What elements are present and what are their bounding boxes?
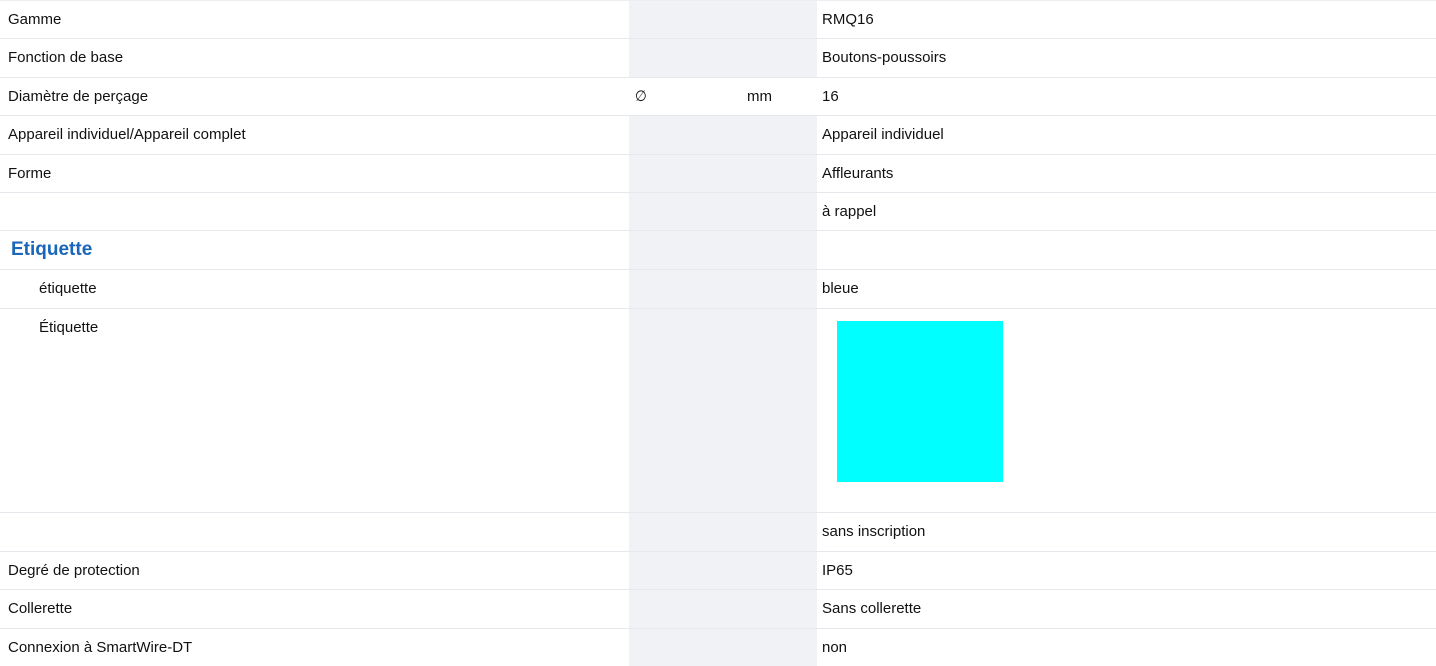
- spec-unit: mm: [743, 78, 817, 116]
- spec-unit: [743, 116, 817, 155]
- spec-label: [0, 513, 629, 552]
- spec-row-collerette: Collerette Sans collerette: [0, 590, 1436, 629]
- spec-symbol: [629, 590, 743, 629]
- spec-unit: [743, 193, 817, 231]
- spec-row-etiquette-color: étiquette bleue: [0, 270, 1436, 309]
- spec-unit: [743, 590, 817, 629]
- spec-symbol: [629, 309, 743, 513]
- spec-value: bleue: [817, 270, 1436, 309]
- spec-unit: [743, 513, 817, 552]
- spec-row-appareil: Appareil individuel/Appareil complet App…: [0, 116, 1436, 155]
- spec-row-protection: Degré de protection IP65: [0, 552, 1436, 590]
- spec-value: sans inscription: [817, 513, 1436, 552]
- spec-symbol: [629, 552, 743, 590]
- spec-unit: [743, 231, 817, 270]
- spec-label: Degré de protection: [0, 552, 629, 590]
- spec-value: à rappel: [817, 193, 1436, 231]
- spec-row-gamme: Gamme RMQ16: [0, 1, 1436, 39]
- spec-symbol: [629, 231, 743, 270]
- spec-unit: [743, 309, 817, 513]
- spec-value: 16: [817, 78, 1436, 116]
- spec-row-forme-cont: à rappel: [0, 193, 1436, 231]
- spec-label: [0, 193, 629, 231]
- spec-label: Collerette: [0, 590, 629, 629]
- diameter-symbol: ∅: [629, 78, 743, 116]
- spec-value: non: [817, 629, 1436, 666]
- spec-label: Appareil individuel/Appareil complet: [0, 116, 629, 155]
- label-color-swatch: [837, 321, 1003, 482]
- spec-unit: [743, 629, 817, 666]
- spec-symbol: [629, 193, 743, 231]
- spec-label: Fonction de base: [0, 39, 629, 78]
- spec-label: Étiquette: [0, 309, 629, 513]
- spec-unit: [743, 39, 817, 78]
- spec-label: Connexion à SmartWire-DT: [0, 629, 629, 666]
- spec-symbol: [629, 116, 743, 155]
- spec-label: Forme: [0, 155, 629, 193]
- spec-unit: [743, 1, 817, 39]
- spec-value: Affleurants: [817, 155, 1436, 193]
- group-title: Etiquette: [0, 231, 629, 270]
- spec-group-etiquette: Etiquette: [0, 231, 1436, 270]
- spec-symbol: [629, 629, 743, 666]
- spec-label: Diamètre de perçage: [0, 78, 629, 116]
- spec-label: étiquette: [0, 270, 629, 309]
- spec-row-smartwire: Connexion à SmartWire-DT non: [0, 629, 1436, 666]
- spec-row-etiquette-inscription: sans inscription: [0, 513, 1436, 552]
- spec-row-forme: Forme Affleurants: [0, 155, 1436, 193]
- spec-symbol: [629, 270, 743, 309]
- spec-row-fonction: Fonction de base Boutons-poussoirs: [0, 39, 1436, 78]
- spec-value: Appareil individuel: [817, 116, 1436, 155]
- spec-value: Sans collerette: [817, 590, 1436, 629]
- spec-value: IP65: [817, 552, 1436, 590]
- spec-label: Gamme: [0, 1, 629, 39]
- spec-symbol: [629, 1, 743, 39]
- spec-value: [817, 309, 1436, 513]
- spec-symbol: [629, 513, 743, 552]
- spec-value: RMQ16: [817, 1, 1436, 39]
- spec-row-etiquette-image: Étiquette: [0, 309, 1436, 513]
- spec-unit: [743, 155, 817, 193]
- spec-symbol: [629, 155, 743, 193]
- spec-value: Boutons-poussoirs: [817, 39, 1436, 78]
- spec-value: [817, 231, 1436, 270]
- spec-symbol: [629, 39, 743, 78]
- product-spec-table: Gamme RMQ16 Fonction de base Boutons-pou…: [0, 0, 1436, 666]
- spec-row-diametre: Diamètre de perçage ∅ mm 16: [0, 78, 1436, 116]
- spec-unit: [743, 270, 817, 309]
- spec-unit: [743, 552, 817, 590]
